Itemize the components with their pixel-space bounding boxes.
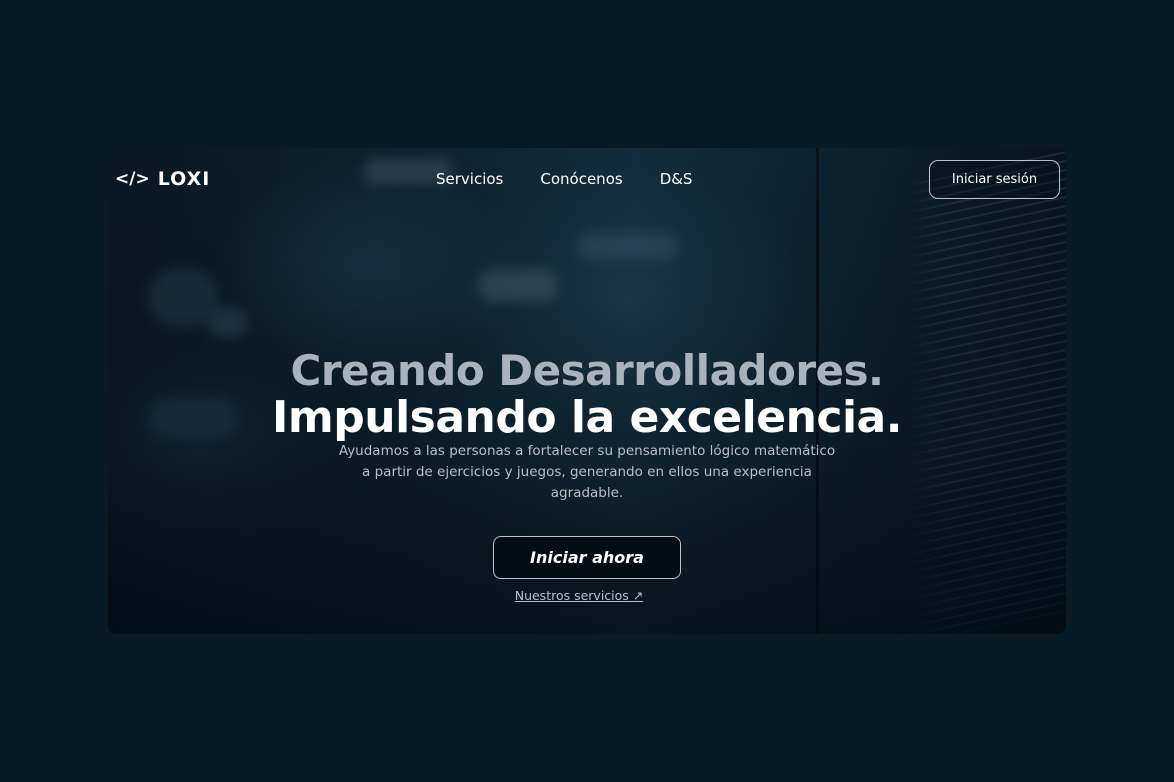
hero-section: </> LOXI Servicios Conócenos D&S Iniciar… xyxy=(108,148,1066,634)
brand-name: LOXI xyxy=(157,168,211,190)
logo[interactable]: </> LOXI xyxy=(115,168,210,190)
nav-item-ds[interactable]: D&S xyxy=(660,170,693,188)
nav-item-conocenos[interactable]: Conócenos xyxy=(540,170,622,188)
services-link-wrapper: Nuestros servicios ↗ xyxy=(108,585,1050,604)
navbar: </> LOXI Servicios Conócenos D&S Iniciar… xyxy=(108,148,1066,212)
nav-item-servicios[interactable]: Servicios xyxy=(436,170,503,188)
nav-menu: Servicios Conócenos D&S xyxy=(436,170,692,188)
start-now-button[interactable]: Iniciar ahora xyxy=(493,536,681,579)
login-button[interactable]: Iniciar sesión xyxy=(929,160,1060,199)
code-brackets-icon: </> xyxy=(115,169,150,189)
headline-line-1: Creando Desarrolladores. xyxy=(290,346,884,395)
headline-line-2: Impulsando la excelencia. xyxy=(272,392,902,443)
hero-description: Ayudamos a las personas a fortalecer su … xyxy=(338,443,836,501)
our-services-link[interactable]: Nuestros servicios ↗ xyxy=(515,588,644,603)
